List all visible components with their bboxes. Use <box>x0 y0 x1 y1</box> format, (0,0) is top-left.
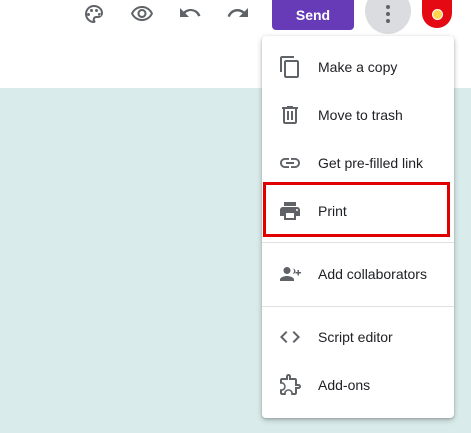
menu-item-make-a-copy[interactable]: Make a copy <box>262 43 454 91</box>
trash-icon <box>278 103 302 127</box>
palette-icon[interactable] <box>80 0 108 28</box>
redo-icon[interactable] <box>224 0 252 28</box>
menu-item-script-editor[interactable]: Script editor <box>262 313 454 361</box>
more-options-button[interactable] <box>365 0 411 34</box>
code-icon <box>278 325 302 349</box>
menu-item-label: Make a copy <box>318 59 398 75</box>
menu-divider <box>262 306 454 307</box>
print-highlight-box <box>263 182 450 237</box>
more-vert-icon <box>386 5 390 23</box>
menu-item-add-collaborators[interactable]: Add collaborators <box>262 250 454 298</box>
menu-item-add-ons[interactable]: Add-ons <box>262 361 454 409</box>
menu-item-label: Script editor <box>318 329 393 345</box>
menu-item-label: Move to trash <box>318 107 403 123</box>
menu-item-move-to-trash[interactable]: Move to trash <box>262 91 454 139</box>
avatar-image <box>431 8 443 20</box>
add-collaborators-icon <box>278 262 302 286</box>
menu-item-label: Get pre-filled link <box>318 155 424 171</box>
avatar[interactable] <box>422 0 452 28</box>
link-icon <box>278 151 302 175</box>
puzzle-icon <box>278 373 302 397</box>
menu-item-label: Add collaborators <box>318 266 427 282</box>
menu-item-get-pre-filled-link[interactable]: Get pre-filled link <box>262 139 454 187</box>
preview-eye-icon[interactable] <box>128 0 156 28</box>
copy-icon <box>278 55 302 79</box>
send-button[interactable]: Send <box>272 0 354 30</box>
menu-item-label: Add-ons <box>318 377 371 393</box>
undo-icon[interactable] <box>176 0 204 28</box>
menu-divider <box>262 242 454 243</box>
